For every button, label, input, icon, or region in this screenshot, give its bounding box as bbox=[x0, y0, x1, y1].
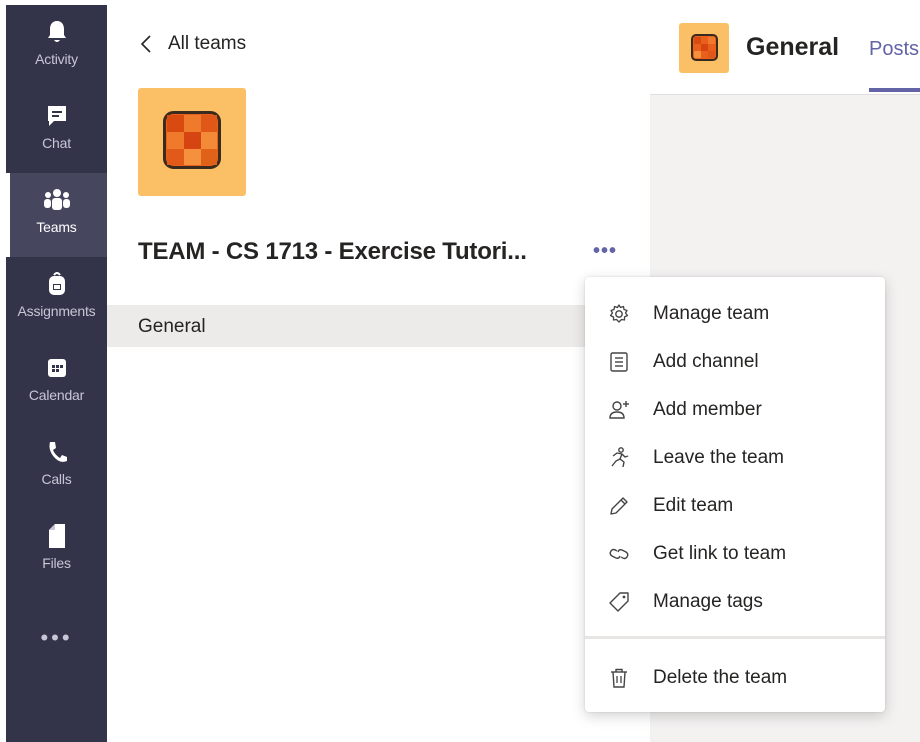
menu-divider bbox=[585, 636, 885, 639]
rail-label: Assignments bbox=[17, 303, 96, 319]
menu-item-delete-team[interactable]: Delete the team bbox=[585, 655, 885, 699]
backpack-icon bbox=[6, 271, 107, 297]
trash-icon bbox=[611, 668, 627, 688]
link-icon bbox=[609, 548, 629, 560]
add-person-icon bbox=[609, 401, 629, 419]
menu-item-label: Get link to team bbox=[653, 543, 787, 564]
team-name: TEAM - CS 1713 - Exercise Tutori... bbox=[138, 238, 527, 265]
rail-label: Activity bbox=[35, 51, 78, 67]
rail-item-calendar[interactable]: Calendar bbox=[6, 341, 107, 425]
team-options-menu: Manage team Add channel Add member Leave… bbox=[585, 277, 885, 712]
rail-item-chat[interactable]: Chat bbox=[6, 89, 107, 173]
menu-item-leave-team[interactable]: Leave the team bbox=[585, 435, 885, 479]
more-apps-button[interactable]: ••• bbox=[6, 625, 107, 655]
channel-title: General bbox=[746, 33, 840, 61]
rail-item-calls[interactable]: Calls bbox=[6, 425, 107, 509]
menu-item-add-member[interactable]: Add member bbox=[585, 387, 885, 431]
team-logo-icon bbox=[163, 111, 221, 169]
team-logo-icon bbox=[691, 34, 718, 61]
menu-item-manage-tags[interactable]: Manage tags bbox=[585, 579, 885, 623]
teams-icon bbox=[6, 187, 107, 213]
menu-item-get-link[interactable]: Get link to team bbox=[585, 531, 885, 575]
channel-item-general[interactable]: General bbox=[107, 305, 650, 347]
menu-item-label: Delete the team bbox=[653, 667, 788, 688]
running-person-icon bbox=[611, 447, 629, 468]
rail-label: Chat bbox=[42, 135, 71, 151]
gear-icon bbox=[609, 304, 629, 323]
team-avatar bbox=[138, 88, 246, 196]
pencil-icon bbox=[610, 497, 628, 515]
chat-icon bbox=[6, 103, 107, 129]
rail-label: Teams bbox=[36, 219, 77, 235]
rail-label: Calendar bbox=[28, 387, 85, 403]
tag-icon bbox=[609, 592, 629, 612]
all-teams-label: All teams bbox=[168, 33, 247, 54]
channel-label: General bbox=[138, 316, 206, 337]
file-icon bbox=[6, 523, 107, 549]
menu-item-label: Edit team bbox=[653, 495, 734, 516]
calendar-icon bbox=[6, 355, 107, 381]
rail-item-files[interactable]: Files bbox=[6, 509, 107, 593]
app-rail: Activity Chat Teams Assignments Calendar… bbox=[6, 5, 107, 742]
menu-item-label: Add channel bbox=[653, 351, 759, 372]
menu-item-add-channel[interactable]: Add channel bbox=[585, 339, 885, 383]
channel-avatar bbox=[679, 23, 729, 73]
channel-list-icon bbox=[610, 352, 628, 372]
chevron-left-icon bbox=[140, 35, 151, 53]
menu-item-label: Manage team bbox=[653, 303, 770, 324]
all-teams-link[interactable]: All teams bbox=[140, 33, 246, 55]
menu-item-edit-team[interactable]: Edit team bbox=[585, 483, 885, 527]
menu-item-label: Add member bbox=[653, 399, 762, 420]
rail-label: Calls bbox=[41, 471, 72, 487]
tab-active-indicator bbox=[869, 88, 920, 92]
phone-icon bbox=[6, 439, 107, 465]
menu-item-label: Leave the team bbox=[653, 447, 784, 468]
menu-item-manage-team[interactable]: Manage team bbox=[585, 291, 885, 335]
channel-header: General Posts bbox=[650, 0, 920, 95]
rail-item-teams[interactable]: Teams bbox=[6, 173, 107, 257]
team-panel: All teams TEAM - CS 1713 - Exercise Tuto… bbox=[107, 0, 650, 742]
rail-item-activity[interactable]: Activity bbox=[6, 5, 107, 89]
rail-item-assignments[interactable]: Assignments bbox=[6, 257, 107, 341]
tab-posts[interactable]: Posts bbox=[869, 38, 919, 61]
menu-item-label: Manage tags bbox=[653, 591, 763, 612]
team-more-options-button[interactable]: ••• bbox=[593, 240, 623, 264]
bell-icon bbox=[6, 19, 107, 45]
rail-label: Files bbox=[42, 555, 71, 571]
